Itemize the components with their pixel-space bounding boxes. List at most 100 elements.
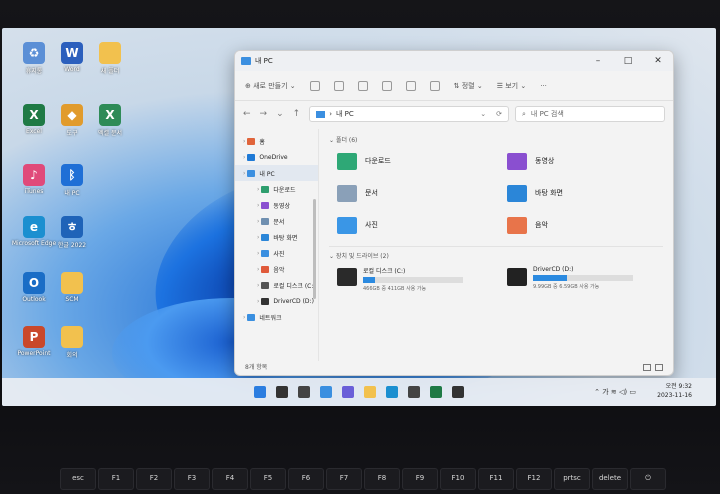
drive-item[interactable]: 로컬 디스크 (C:) 466GB 중 411GB 사용 가능 <box>337 266 477 292</box>
chevron-up-icon[interactable]: ⌃ <box>594 388 600 396</box>
keyboard-key[interactable]: esc <box>60 468 96 490</box>
app-icon[interactable] <box>452 386 464 398</box>
cut-icon[interactable] <box>309 80 320 91</box>
nav-item[interactable]: › 음악 <box>235 261 318 277</box>
chevron-right-icon[interactable]: › <box>243 154 245 161</box>
delete-icon[interactable] <box>429 80 440 91</box>
search-input[interactable]: ⌕ 내 PC 검색 <box>515 106 665 122</box>
battery-icon[interactable]: ▭ <box>629 388 636 396</box>
chevron-right-icon[interactable]: › <box>243 170 245 177</box>
keyboard-key[interactable]: F8 <box>364 468 400 490</box>
sort-button[interactable]: ⇅ 정렬 ⌄ <box>454 81 483 91</box>
widgets-icon[interactable] <box>320 386 332 398</box>
volume-icon[interactable]: ◁) <box>619 388 627 396</box>
minimize-button[interactable]: – <box>583 56 613 66</box>
keyboard-key[interactable]: F12 <box>516 468 552 490</box>
nav-item[interactable]: › 네트워크 <box>235 309 318 325</box>
keyboard-key[interactable]: F2 <box>136 468 172 490</box>
file-explorer-window[interactable]: 내 PC – □ ✕ ⊕ 새로 만들기 ⌄ ⇅ 정렬 ⌄ ☰ 보기 ⌄ ··· … <box>234 50 674 376</box>
wifi-icon[interactable]: ≋ <box>611 388 617 396</box>
file-explorer-icon[interactable] <box>364 386 376 398</box>
keyboard-key[interactable]: ⏻ <box>630 468 666 490</box>
nav-scrollbar[interactable] <box>313 199 316 299</box>
folder-item[interactable]: 음악 <box>507 214 647 236</box>
desktop-icon[interactable]: SCM <box>48 272 96 303</box>
folder-item[interactable]: 바탕 화면 <box>507 182 647 204</box>
desktop-icon[interactable]: ᛒ 내 PC <box>48 164 96 197</box>
keyboard-key[interactable]: F6 <box>288 468 324 490</box>
nav-item[interactable]: › 로컬 디스크 (C:) <box>235 277 318 293</box>
folder-item[interactable]: 다운로드 <box>337 150 477 172</box>
folder-item[interactable]: 사진 <box>337 214 477 236</box>
keyboard-key[interactable]: F5 <box>250 468 286 490</box>
excel-icon[interactable] <box>430 386 442 398</box>
back-icon[interactable]: ← <box>243 109 251 119</box>
nav-item[interactable]: › 사진 <box>235 245 318 261</box>
nav-item[interactable]: › 문서 <box>235 213 318 229</box>
keyboard-key[interactable]: F10 <box>440 468 476 490</box>
maximize-button[interactable]: □ <box>613 56 643 66</box>
keyboard-key[interactable]: prtsc <box>554 468 590 490</box>
keyboard-key[interactable]: delete <box>592 468 628 490</box>
search-icon[interactable] <box>276 386 288 398</box>
nav-item[interactable]: › 홈 <box>235 133 318 149</box>
desktop-icon-label: 엑셀 문서 <box>98 130 122 137</box>
chat-icon[interactable] <box>342 386 354 398</box>
details-view-icon[interactable] <box>643 364 651 371</box>
chevron-right-icon[interactable]: › <box>243 138 245 145</box>
forward-icon[interactable]: → <box>260 109 268 119</box>
edge-icon[interactable] <box>386 386 398 398</box>
chevron-right-icon[interactable]: › <box>257 202 259 209</box>
drives-header[interactable]: ⌄ 장치 및 드라이브 (2) <box>329 246 663 260</box>
store-icon[interactable] <box>408 386 420 398</box>
chevron-right-icon[interactable]: › <box>257 250 259 257</box>
copy-icon[interactable] <box>333 80 344 91</box>
chevron-down-icon[interactable]: ⌄ <box>480 110 486 118</box>
share-icon[interactable] <box>405 80 416 91</box>
chevron-right-icon[interactable]: › <box>257 218 259 225</box>
nav-item[interactable]: › 동영상 <box>235 197 318 213</box>
start-icon[interactable] <box>254 386 266 398</box>
folder-item[interactable]: 동영상 <box>507 150 647 172</box>
keyboard-key[interactable]: F3 <box>174 468 210 490</box>
keyboard-key[interactable]: F11 <box>478 468 514 490</box>
keyboard-key[interactable]: F1 <box>98 468 134 490</box>
drive-item[interactable]: DriverCD (D:) 9.99GB 중 6.59GB 사용 가능 <box>507 266 647 292</box>
keyboard-key[interactable]: F4 <box>212 468 248 490</box>
chevron-right-icon[interactable]: › <box>243 314 245 321</box>
recent-icon[interactable]: ⌄ <box>276 109 284 119</box>
new-button[interactable]: ⊕ 새로 만들기 ⌄ <box>245 81 296 91</box>
folder-item[interactable]: 문서 <box>337 182 477 204</box>
nav-item[interactable]: › 바탕 화면 <box>235 229 318 245</box>
language-icon[interactable]: 가 <box>602 388 608 396</box>
desktop-icon[interactable]: 회의 <box>48 326 96 359</box>
chevron-right-icon[interactable]: › <box>257 234 259 241</box>
chevron-right-icon[interactable]: › <box>257 266 259 273</box>
chevron-right-icon[interactable]: › <box>257 186 259 193</box>
folders-header[interactable]: ⌄ 폴더 (6) <box>329 135 663 144</box>
keyboard-key[interactable]: F7 <box>326 468 362 490</box>
desktop-icon[interactable]: 새 폴더 <box>86 42 134 75</box>
paste-icon[interactable] <box>357 80 368 91</box>
title-bar[interactable]: 내 PC – □ ✕ <box>235 51 673 71</box>
more-button[interactable]: ··· <box>540 82 547 90</box>
task-view-icon[interactable] <box>298 386 310 398</box>
keyboard-key[interactable]: F9 <box>402 468 438 490</box>
address-bar[interactable]: › 내 PC ⌄ ⟳ <box>309 106 509 122</box>
clock[interactable]: 오전 9:32 2023-11-16 <box>657 382 692 400</box>
nav-item[interactable]: › 내 PC <box>235 165 318 181</box>
nav-item[interactable]: › DriverCD (D:) <box>235 293 318 309</box>
chevron-right-icon[interactable]: › <box>257 298 259 305</box>
close-button[interactable]: ✕ <box>643 56 673 66</box>
view-button[interactable]: ☰ 보기 ⌄ <box>497 81 527 91</box>
up-icon[interactable]: ↑ <box>293 109 301 119</box>
rename-icon[interactable] <box>381 80 392 91</box>
chevron-right-icon[interactable]: › <box>257 282 259 289</box>
desktop-icon[interactable]: X 엑셀 문서 <box>86 104 134 137</box>
nav-item[interactable]: › OneDrive <box>235 149 318 165</box>
refresh-icon[interactable]: ⟳ <box>496 110 502 118</box>
nav-item[interactable]: › 다운로드 <box>235 181 318 197</box>
desktop-icon[interactable]: ㅎ 한글 2022 <box>48 216 96 249</box>
tiles-view-icon[interactable] <box>655 364 663 371</box>
system-tray[interactable]: ⌃ 가 ≋ ◁) ▭ <box>594 387 636 397</box>
